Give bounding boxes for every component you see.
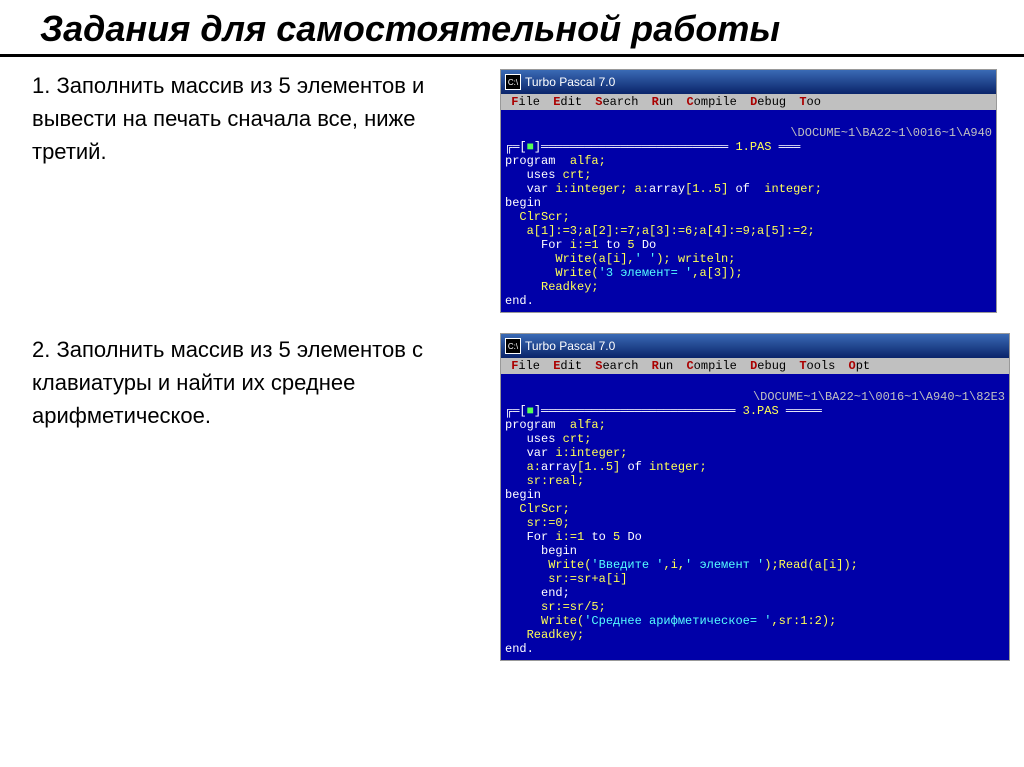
task-1-row: 1. Заполнить массив из 5 элементов и выв… <box>0 69 1024 313</box>
task-2-text: 2. Заполнить массив из 5 элементов с кла… <box>0 333 500 432</box>
ide-menubar: File Edit Search Run Compile Debug Too <box>501 94 996 110</box>
ide-titlebar: C:\ Turbo Pascal 7.0 <box>501 334 1009 358</box>
ide-window-1: C:\ Turbo Pascal 7.0 File Edit Search Ru… <box>500 69 997 313</box>
ide-code-area-2: \DOCUME~1\BA22~1\0016~1\A940~1\82E3╔═[■]… <box>501 374 1009 660</box>
ide-window-2: C:\ Turbo Pascal 7.0 File Edit Search Ru… <box>500 333 1010 661</box>
ide-title: Turbo Pascal 7.0 <box>525 75 615 89</box>
task-1-text: 1. Заполнить массив из 5 элементов и выв… <box>0 69 500 168</box>
ide-code-area-1: \DOCUME~1\BA22~1\0016~1\A940╔═[■]═══════… <box>501 110 996 312</box>
cmd-icon: C:\ <box>505 74 521 90</box>
slide-content: 1. Заполнить массив из 5 элементов и выв… <box>0 69 1024 661</box>
page-title: Задания для самостоятельной работы <box>0 0 1024 57</box>
task-2-row: 2. Заполнить массив из 5 элементов с кла… <box>0 333 1024 661</box>
cmd-icon: C:\ <box>505 338 521 354</box>
ide-titlebar: C:\ Turbo Pascal 7.0 <box>501 70 996 94</box>
ide-path: \DOCUME~1\BA22~1\0016~1\A940~1\82E3 <box>505 390 1005 404</box>
ide-title: Turbo Pascal 7.0 <box>525 339 615 353</box>
ide-path: \DOCUME~1\BA22~1\0016~1\A940 <box>505 126 992 140</box>
ide-menubar: File Edit Search Run Compile Debug Tools… <box>501 358 1009 374</box>
